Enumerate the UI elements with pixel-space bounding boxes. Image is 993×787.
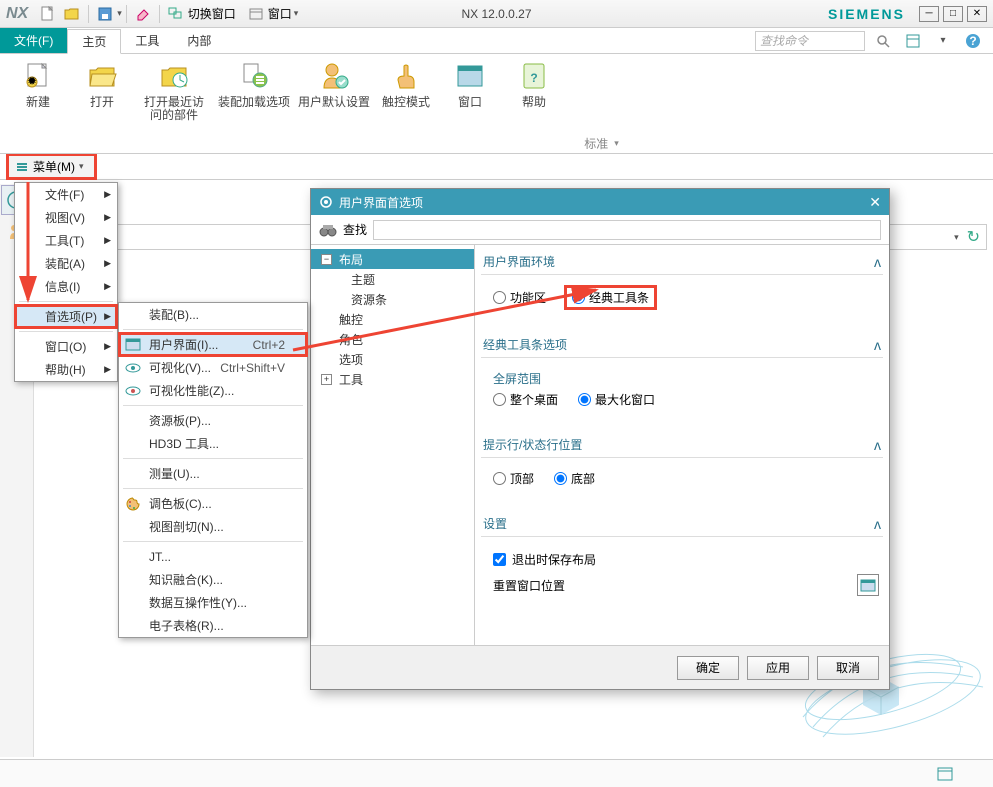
tab-bar: 文件(F) 主页 工具 内部 查找命令 ▾ ? — [0, 28, 993, 54]
menu-row: 菜单(M) ▾ — [0, 154, 993, 180]
new-file-icon[interactable] — [38, 4, 58, 24]
dialog-content: 用户界面环境ʌ 功能区 经典工具条 经典工具条选项ʌ 全屏范围 整个桌面 最大化… — [475, 245, 889, 645]
binoculars-icon — [319, 223, 337, 237]
minimize-button[interactable]: ─ — [919, 6, 939, 22]
radio-whole-desktop[interactable]: 整个桌面 — [493, 391, 558, 408]
dialog-search-input[interactable] — [373, 220, 881, 240]
dialog-close-button[interactable]: ✕ — [869, 194, 881, 211]
brand-logo: SIEMENS — [828, 6, 905, 22]
window-icon[interactable] — [246, 4, 266, 24]
switch-window-icon[interactable] — [166, 4, 186, 24]
menu-file[interactable]: 文件(F)▶ — [15, 183, 117, 206]
dialog-titlebar[interactable]: 用户界面首选项 ✕ — [311, 189, 889, 215]
tree-tools[interactable]: +工具 — [311, 369, 474, 389]
palette-icon — [125, 496, 141, 512]
menu-window[interactable]: 窗口(O)▶ — [15, 335, 117, 358]
maximize-button[interactable]: □ — [943, 6, 963, 22]
tab-tools[interactable]: 工具 — [121, 28, 173, 53]
submenu-palette[interactable]: 调色板(C)... — [119, 492, 307, 515]
main-menu: 文件(F)▶ 视图(V)▶ 工具(T)▶ 装配(A)▶ 信息(I)▶ 首选项(P… — [14, 182, 118, 382]
user-interface-preferences-dialog: 用户界面首选项 ✕ 查找 −布局 主题 资源条 触控 角色 选项 +工具 用户界… — [310, 188, 890, 690]
layout-icon[interactable] — [903, 31, 923, 51]
ok-button[interactable]: 确定 — [677, 656, 739, 680]
radio-bottom[interactable]: 底部 — [554, 470, 595, 487]
ui-pref-icon — [125, 337, 141, 353]
svg-text:✹: ✹ — [27, 74, 37, 88]
reset-window-label: 重置窗口位置 — [493, 577, 565, 594]
submenu-knowledge[interactable]: 知识融合(K)... — [119, 568, 307, 591]
dialog-tree: −布局 主题 资源条 触控 角色 选项 +工具 — [311, 245, 475, 645]
tree-theme[interactable]: 主题 — [311, 269, 474, 289]
open-folder-icon[interactable] — [62, 4, 82, 24]
save-layout-label: 退出时保存布局 — [512, 551, 596, 568]
ribbon-group-label: 标准 — [584, 135, 608, 152]
switch-window-label[interactable]: 切换窗口 — [188, 5, 236, 22]
group-status-position[interactable]: 提示行/状态行位置ʌ — [481, 432, 883, 458]
window-label[interactable]: 窗口 — [268, 5, 292, 22]
ribbon: ✹ 新建 打开 打开最近访 问的部件 装配加载选项 用户默认设置 触控模式 窗口… — [0, 54, 993, 154]
status-layout-icon[interactable] — [937, 767, 953, 781]
menu-help[interactable]: 帮助(H)▶ — [15, 358, 117, 381]
tree-layout[interactable]: −布局 — [311, 249, 474, 269]
dropdown-icon[interactable]: ▾ — [933, 31, 953, 51]
save-icon[interactable] — [95, 4, 115, 24]
checkbox-save-layout[interactable] — [493, 553, 506, 566]
help-icon[interactable]: ? — [963, 31, 983, 51]
radio-ribbon[interactable]: 功能区 — [493, 289, 546, 306]
svg-text:?: ? — [530, 71, 537, 85]
tree-role[interactable]: 角色 — [311, 329, 474, 349]
apply-button[interactable]: 应用 — [747, 656, 809, 680]
eye-icon — [125, 360, 141, 376]
dialog-search-label: 查找 — [343, 221, 367, 238]
close-button[interactable]: ✕ — [967, 6, 987, 22]
menu-icon — [15, 160, 29, 174]
dialog-search-row: 查找 — [311, 215, 889, 245]
search-icon[interactable] — [873, 31, 893, 51]
svg-text:?: ? — [969, 34, 976, 48]
dialog-footer: 确定 应用 取消 — [311, 645, 889, 689]
tree-options[interactable]: 选项 — [311, 349, 474, 369]
radio-max-window[interactable]: 最大化窗口 — [578, 391, 655, 408]
perf-icon — [125, 383, 141, 399]
menu-button[interactable]: 菜单(M) ▾ — [6, 153, 97, 180]
fullscreen-subtitle: 全屏范围 — [493, 370, 879, 387]
group-settings[interactable]: 设置ʌ — [481, 511, 883, 537]
tab-file[interactable]: 文件(F) — [0, 28, 67, 53]
reset-window-button[interactable] — [857, 574, 879, 596]
menu-assembly[interactable]: 装配(A)▶ — [15, 252, 117, 275]
menu-preferences[interactable]: 首选项(P)▶ — [15, 305, 117, 328]
tree-resource[interactable]: 资源条 — [311, 289, 474, 309]
submenu-vis-performance[interactable]: 可视化性能(Z)... — [119, 379, 307, 402]
submenu-visualization[interactable]: 可视化(V)...Ctrl+Shift+V — [119, 356, 307, 379]
eraser-icon[interactable] — [133, 4, 153, 24]
menu-info[interactable]: 信息(I)▶ — [15, 275, 117, 298]
submenu-data-interop[interactable]: 数据互操作性(Y)... — [119, 591, 307, 614]
radio-top[interactable]: 顶部 — [493, 470, 534, 487]
dialog-title: 用户界面首选项 — [339, 194, 423, 211]
submenu-jt[interactable]: JT... — [119, 545, 307, 568]
submenu-user-interface[interactable]: 用户界面(I)...Ctrl+2 — [119, 333, 307, 356]
tab-home[interactable]: 主页 — [67, 29, 121, 54]
group-classic-options[interactable]: 经典工具条选项ʌ — [481, 332, 883, 358]
search-command-input[interactable]: 查找命令 — [755, 31, 865, 51]
tree-touch[interactable]: 触控 — [311, 309, 474, 329]
submenu-view-section[interactable]: 视图剖切(N)... — [119, 515, 307, 538]
title-bar: NX ▾ 切换窗口 窗口 ▾ NX 12.0.0.27 SIEMENS ─ □ … — [0, 0, 993, 28]
nx-logo: NX — [6, 5, 28, 23]
gear-icon — [319, 195, 333, 209]
submenu-spreadsheet[interactable]: 电子表格(R)... — [119, 614, 307, 637]
tab-internal[interactable]: 内部 — [173, 28, 225, 53]
group-ui-environment[interactable]: 用户界面环境ʌ — [481, 249, 883, 275]
submenu-measure[interactable]: 测量(U)... — [119, 462, 307, 485]
submenu-assembly[interactable]: 装配(B)... — [119, 303, 307, 326]
cancel-button[interactable]: 取消 — [817, 656, 879, 680]
radio-classic-toolbar[interactable]: 经典工具条 — [566, 287, 655, 308]
menu-view[interactable]: 视图(V)▶ — [15, 206, 117, 229]
preferences-submenu: 装配(B)... 用户界面(I)...Ctrl+2 可视化(V)...Ctrl+… — [118, 302, 308, 638]
submenu-resource[interactable]: 资源板(P)... — [119, 409, 307, 432]
menu-tools[interactable]: 工具(T)▶ — [15, 229, 117, 252]
status-bar — [0, 759, 993, 787]
submenu-hd3d[interactable]: HD3D 工具... — [119, 432, 307, 455]
app-title: NX 12.0.0.27 — [461, 7, 531, 21]
